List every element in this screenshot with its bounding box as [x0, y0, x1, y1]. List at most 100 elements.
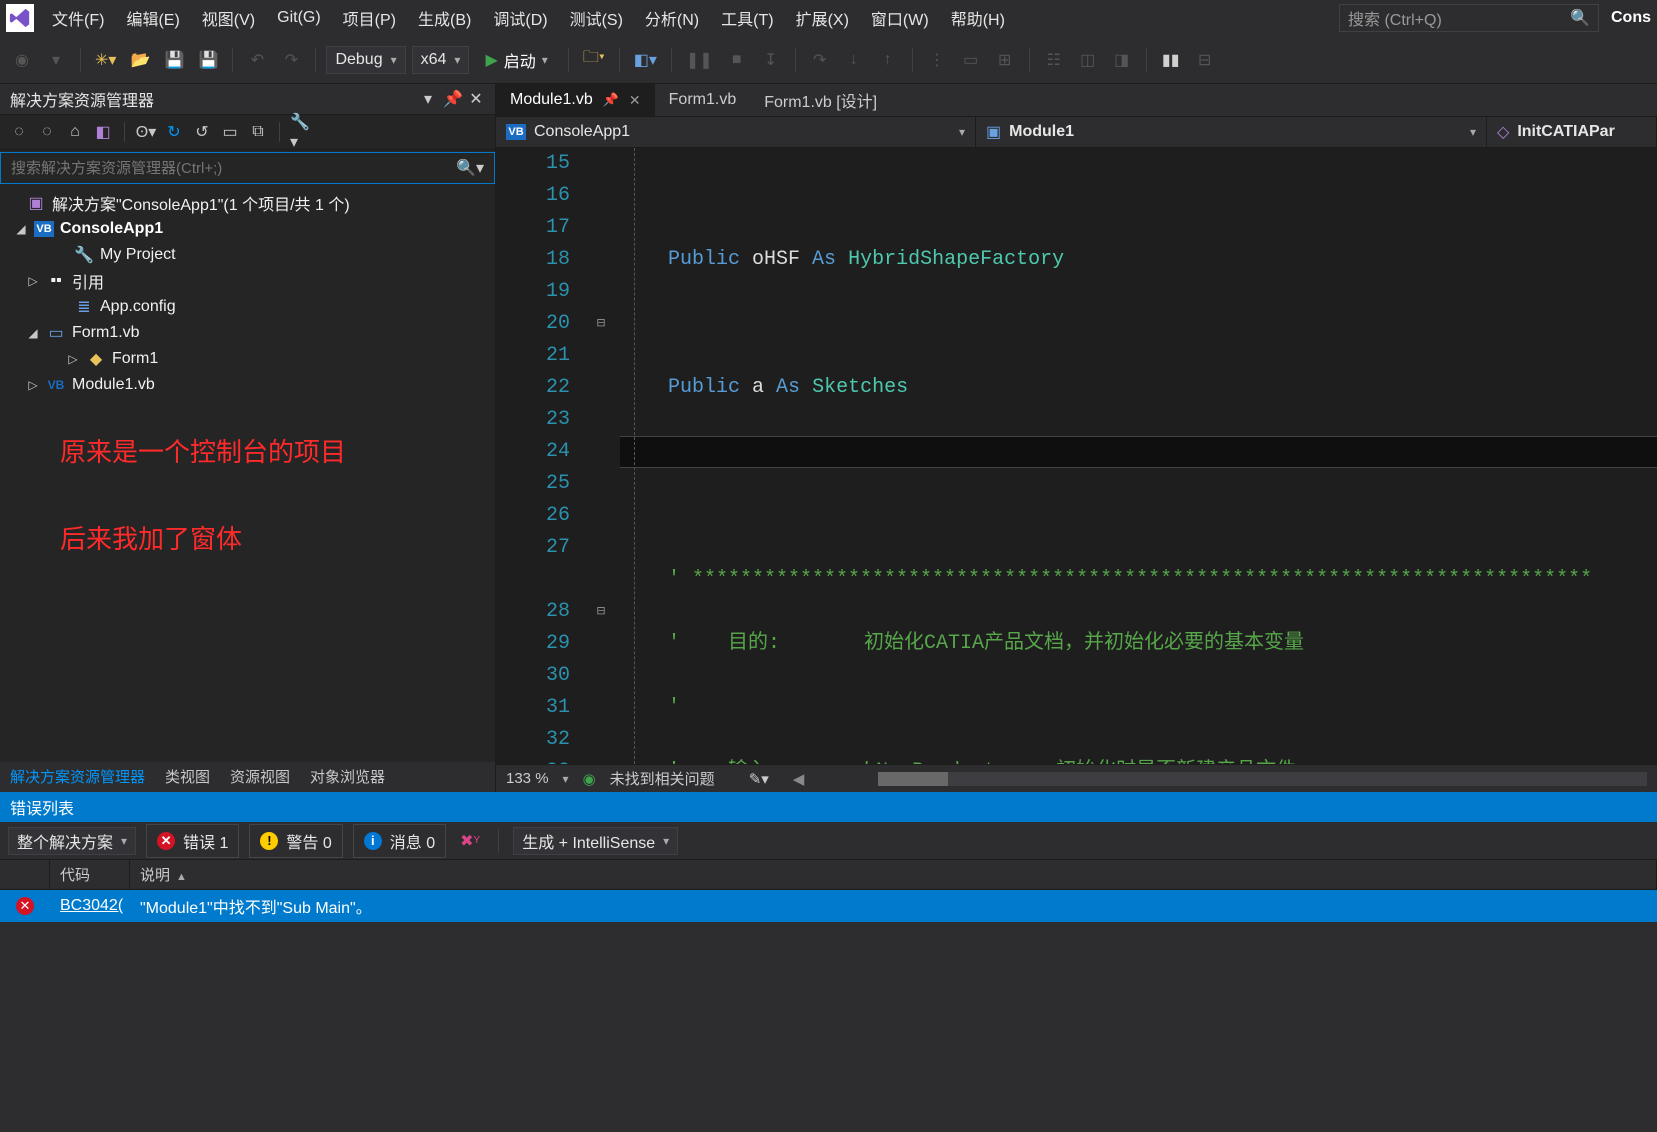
brush-icon[interactable]: ✎▾: [749, 770, 769, 788]
tb-stop-icon[interactable]: ■: [723, 46, 751, 74]
platform-combo[interactable]: x64▾: [412, 46, 470, 74]
zoom-level[interactable]: 133 %: [506, 770, 549, 787]
undo-button[interactable]: ↶: [243, 46, 271, 74]
back-icon[interactable]: ◌: [8, 121, 30, 143]
menu-build[interactable]: 生成(B): [408, 2, 481, 34]
col-desc[interactable]: 说明▲: [130, 860, 1657, 889]
chevron-down-icon[interactable]: ▾: [563, 772, 569, 786]
menu-help[interactable]: 帮助(H): [941, 2, 1015, 34]
scrollbar-thumb[interactable]: [878, 772, 948, 786]
close-icon[interactable]: ✕: [467, 89, 485, 109]
global-search-input[interactable]: 搜索 (Ctrl+Q) 🔍: [1339, 4, 1599, 32]
collapse-icon[interactable]: ↺: [191, 121, 213, 143]
tb-misc5-icon[interactable]: ☷: [1040, 46, 1068, 74]
code-editor[interactable]: 15 16 17 18 19 20 21 22 23 24 25 26 27 2…: [496, 148, 1657, 764]
tb-misc3-icon[interactable]: ▭: [957, 46, 985, 74]
pin-icon[interactable]: 📌: [603, 92, 619, 108]
save-button[interactable]: 💾: [160, 46, 188, 74]
fold-toggle[interactable]: ⊟: [586, 308, 616, 340]
menu-tools[interactable]: 工具(T): [711, 2, 783, 34]
new-item-button[interactable]: ✳▾: [91, 46, 120, 74]
bookmark-icon[interactable]: ▮▮: [1157, 46, 1185, 74]
menu-edit[interactable]: 编辑(E): [116, 2, 189, 34]
tree-my-project[interactable]: ▸ 🔧 My Project: [0, 242, 495, 268]
tab-module1[interactable]: Module1.vb 📌 ✕: [496, 84, 655, 116]
source-value: 生成 + IntelliSense: [522, 829, 655, 853]
chevron-down-icon: ▾: [454, 53, 460, 67]
menu-extensions[interactable]: 扩展(X): [786, 2, 859, 34]
error-code[interactable]: BC3042(: [50, 897, 130, 915]
tb-misc2-icon[interactable]: ⋮: [923, 46, 951, 74]
search-icon[interactable]: 🔍▾: [446, 158, 494, 178]
redo-button[interactable]: ↷: [277, 46, 305, 74]
tb-misc8-icon[interactable]: ⊟: [1191, 46, 1219, 74]
panel-dropdown-icon[interactable]: ▾: [419, 89, 437, 109]
filter-warnings[interactable]: !警告 0: [249, 824, 342, 858]
code-content[interactable]: Public oHSF As HybridShapeFactory Public…: [616, 148, 1657, 764]
menu-window[interactable]: 窗口(W): [861, 2, 939, 34]
tb-misc4-icon[interactable]: ⊞: [991, 46, 1019, 74]
nav-class-combo[interactable]: ▣ Module1 ▾: [976, 117, 1487, 147]
error-row[interactable]: ✕ BC3042( "Module1"中找不到"Sub Main"。: [0, 890, 1657, 922]
save-all-button[interactable]: 💾: [194, 46, 222, 74]
tab-form1-design[interactable]: Form1.vb [设计]: [750, 84, 891, 116]
tb-misc7-icon[interactable]: ◨: [1108, 46, 1136, 74]
scroll-left-icon[interactable]: ◀: [793, 770, 805, 788]
menu-git[interactable]: Git(G): [267, 5, 331, 31]
tab-class-view[interactable]: 类视图: [155, 762, 220, 792]
panel-search-input[interactable]: [1, 160, 446, 177]
clear-filter-icon[interactable]: ✖Y: [456, 827, 484, 855]
tree-project[interactable]: ◢ VB ConsoleApp1: [0, 216, 495, 242]
col-icon[interactable]: [0, 860, 50, 889]
error-scope-combo[interactable]: 整个解决方案▾: [8, 827, 136, 855]
show-all-icon[interactable]: ▭: [219, 121, 241, 143]
menu-analyze[interactable]: 分析(N): [635, 2, 709, 34]
tree-module1[interactable]: ▷ VB Module1.vb: [0, 372, 495, 398]
close-icon[interactable]: ✕: [629, 92, 641, 109]
tree-form1[interactable]: ▷ ◆ Form1: [0, 346, 495, 372]
tab-solution-explorer[interactable]: 解决方案资源管理器: [0, 762, 155, 792]
tb-step-out-icon[interactable]: ↑: [874, 46, 902, 74]
menu-file[interactable]: 文件(F): [42, 2, 114, 34]
menu-view[interactable]: 视图(V): [192, 2, 265, 34]
filter-icon[interactable]: ʘ▾: [135, 121, 157, 143]
properties-icon[interactable]: 🔧▾: [290, 121, 312, 143]
copy-icon[interactable]: ⧉: [247, 121, 269, 143]
nav-project-combo[interactable]: VB ConsoleApp1 ▾: [496, 117, 976, 147]
nav-fwd-button[interactable]: ▾: [42, 46, 70, 74]
tb-pause-icon[interactable]: ❚❚: [682, 46, 717, 74]
nav-member-combo[interactable]: ◇ InitCATIAPar: [1487, 117, 1657, 147]
tb-folder-button[interactable]: 🗀▾: [579, 46, 609, 74]
tb-step-into-icon[interactable]: ↓: [840, 46, 868, 74]
col-code[interactable]: 代码: [50, 860, 130, 889]
config-combo[interactable]: Debug▾: [326, 46, 405, 74]
horizontal-scrollbar[interactable]: [878, 772, 1647, 786]
tb-step-icon[interactable]: ↧: [757, 46, 785, 74]
tb-misc-button[interactable]: ◧▾: [630, 46, 661, 74]
tree-references[interactable]: ▷ ▪▪ 引用: [0, 268, 495, 294]
menu-debug[interactable]: 调试(D): [483, 2, 557, 34]
home-icon[interactable]: ⌂: [64, 121, 86, 143]
filter-messages[interactable]: i消息 0: [353, 824, 446, 858]
sync-icon[interactable]: ◧: [92, 121, 114, 143]
filter-errors[interactable]: ✕错误 1: [146, 824, 239, 858]
nav-back-button[interactable]: ◉: [8, 46, 36, 74]
fwd-icon[interactable]: ◌: [36, 121, 58, 143]
refresh-icon[interactable]: ↻: [163, 121, 185, 143]
tab-resource-view[interactable]: 资源视图: [220, 762, 300, 792]
open-button[interactable]: 📂: [126, 46, 154, 74]
menu-test[interactable]: 测试(S): [560, 2, 633, 34]
menu-project[interactable]: 项目(P): [333, 2, 406, 34]
start-debug-button[interactable]: ▶启动▾: [475, 46, 557, 74]
tab-object-browser[interactable]: 对象浏览器: [300, 762, 395, 792]
tree-form1vb[interactable]: ◢ ▭ Form1.vb: [0, 320, 495, 346]
fold-toggle[interactable]: ⊟: [586, 596, 616, 628]
tree-appconfig[interactable]: ▸ ≣ App.config: [0, 294, 495, 320]
tree-solution-root[interactable]: ▸ ▣ 解决方案"ConsoleApp1"(1 个项目/共 1 个): [0, 190, 495, 216]
issues-text[interactable]: 未找到相关问题: [610, 768, 715, 789]
tab-form1-code[interactable]: Form1.vb: [655, 84, 751, 116]
tb-step-over-icon[interactable]: ↷: [806, 46, 834, 74]
pin-icon[interactable]: 📌: [443, 89, 461, 109]
error-source-combo[interactable]: 生成 + IntelliSense▾: [513, 827, 678, 855]
tb-misc6-icon[interactable]: ◫: [1074, 46, 1102, 74]
